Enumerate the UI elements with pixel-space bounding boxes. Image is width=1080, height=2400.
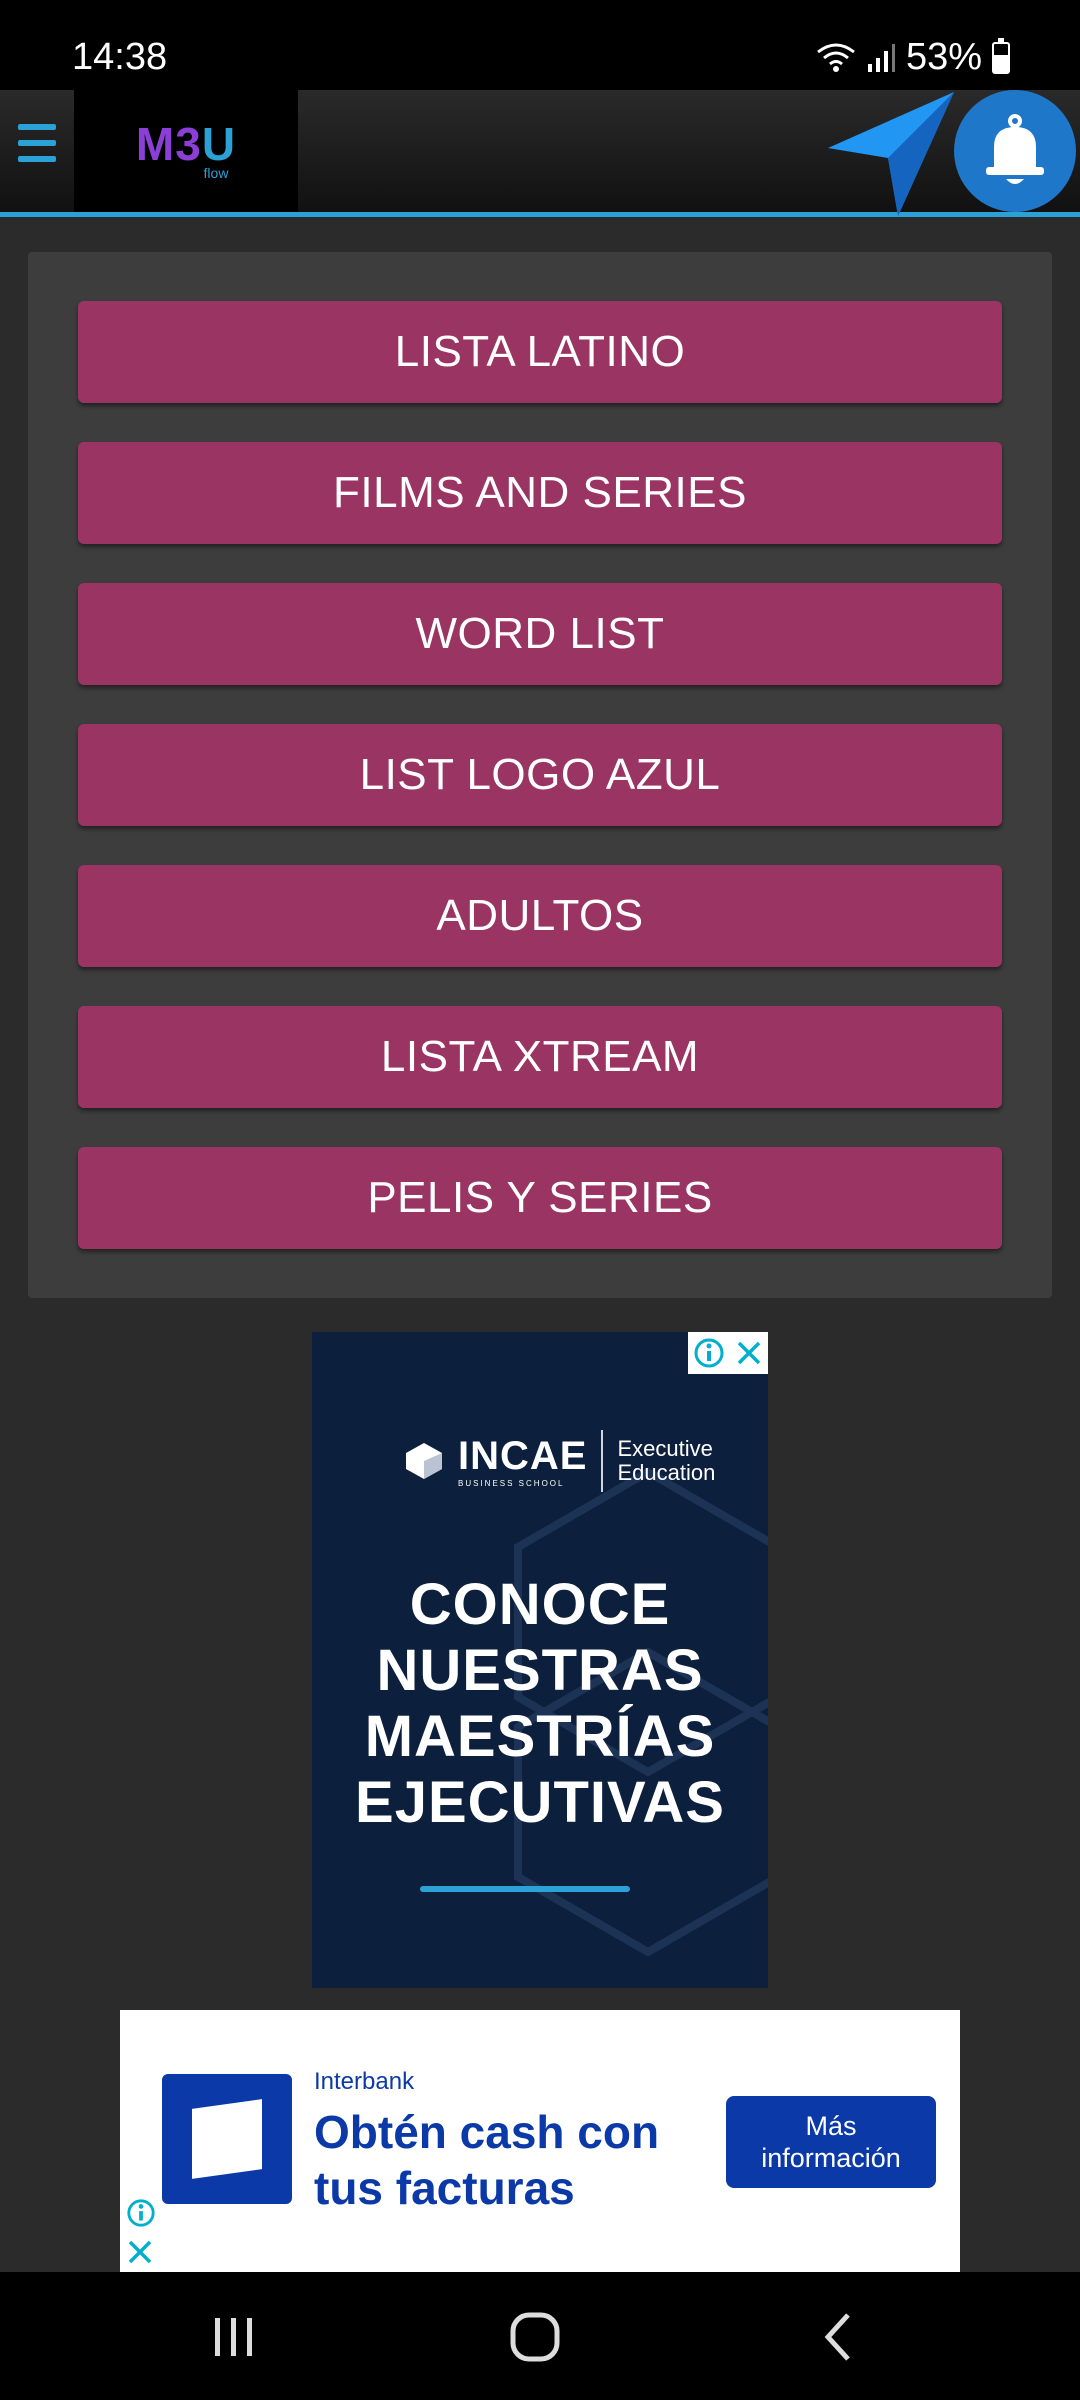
ad-banner-headline: Obtén cash con tus facturas: [314, 2106, 660, 2214]
list-button-word-list[interactable]: WORD LIST: [78, 583, 1002, 685]
logo-text: M3U: [135, 118, 237, 170]
ad-incae[interactable]: INCAE BUSINESS SCHOOL Executive Educatio…: [312, 1332, 768, 1988]
ad-close-icon[interactable]: [735, 1339, 763, 1367]
logo-subtext: flow: [203, 165, 229, 181]
system-nav-bar: [0, 2272, 1080, 2400]
menu-icon[interactable]: [18, 124, 56, 174]
incae-subtitle: BUSINESS SCHOOL: [458, 1479, 565, 1488]
recent-apps-button[interactable]: [184, 2302, 284, 2372]
home-button[interactable]: [485, 2302, 585, 2372]
cube-icon: [406, 1443, 442, 1479]
wifi-icon: [817, 43, 855, 72]
list-button-lista-xtream[interactable]: LISTA XTREAM: [78, 1006, 1002, 1108]
list-button-list-logo-azul[interactable]: LIST LOGO AZUL: [78, 724, 1002, 826]
status-time: 14:38: [72, 36, 168, 78]
list-button-adultos[interactable]: ADULTOS: [78, 865, 1002, 967]
home-icon: [510, 2312, 560, 2362]
battery-icon: [992, 37, 1010, 74]
ad-headline: CONOCE NUESTRAS MAESTRÍAS EJECUTIVAS: [355, 1572, 725, 1835]
battery-percent: 53%: [905, 36, 982, 78]
list-button-films-and-series[interactable]: FILMS AND SERIES: [78, 442, 1002, 544]
notification-bell-button[interactable]: [954, 90, 1076, 212]
ad-info-icon[interactable]: [126, 2198, 156, 2228]
status-icons: 53%: [816, 36, 1010, 79]
ad-interbank[interactable]: Interbank Obtén cash con tus facturas Má…: [120, 2010, 960, 2272]
app-header: M3U flow: [0, 90, 1080, 217]
more-info-button[interactable]: Más información: [726, 2096, 936, 2188]
back-icon: [824, 2313, 850, 2361]
ad-controls: [688, 1332, 768, 1374]
incae-name: INCAE: [458, 1434, 588, 1478]
send-icon[interactable]: [822, 90, 962, 218]
incae-executive-education: Executive Education: [617, 1436, 716, 1485]
bell-icon: [986, 114, 1044, 184]
recent-apps-icon: [215, 2318, 252, 2356]
signal-icon: [867, 43, 895, 72]
list-button-lista-latino[interactable]: LISTA LATINO: [78, 301, 1002, 403]
app-logo: M3U flow: [74, 90, 298, 212]
ad-underline: [420, 1886, 630, 1892]
ad-info-icon[interactable]: [693, 1337, 725, 1369]
back-button[interactable]: [788, 2302, 888, 2372]
divider: [601, 1430, 604, 1492]
ad-close-icon[interactable]: [126, 2238, 154, 2266]
status-bar: 14:38 53%: [0, 0, 1080, 90]
interbank-logo: [162, 2074, 292, 2204]
incae-logo: INCAE BUSINESS SCHOOL Executive Educatio…: [404, 1430, 715, 1492]
list-button-pelis-y-series[interactable]: PELIS Y SERIES: [78, 1147, 1002, 1249]
lists-panel: LISTA LATINO FILMS AND SERIES WORD LIST …: [28, 252, 1052, 1298]
ad-advertiser: Interbank: [314, 2068, 415, 2095]
